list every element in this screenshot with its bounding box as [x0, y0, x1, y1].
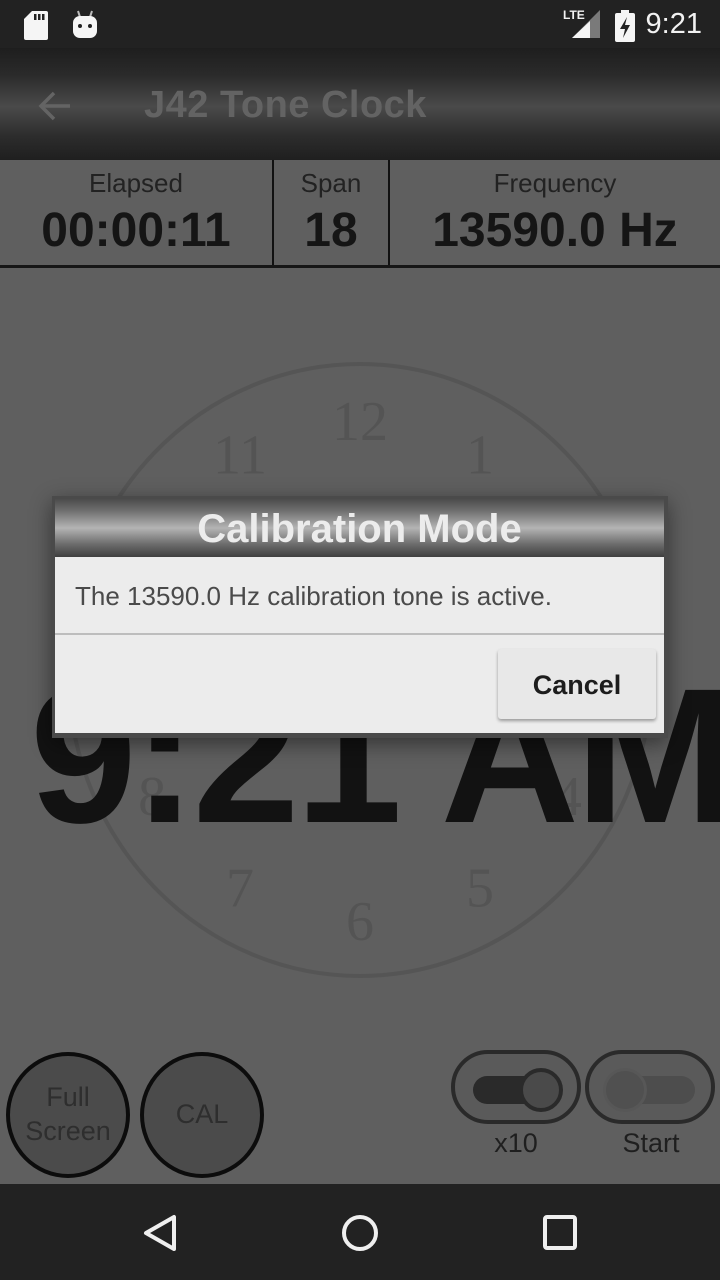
dialog-message: The 13590.0 Hz calibration tone is activ… [75, 581, 552, 611]
x10-label: x10 [494, 1128, 538, 1158]
clock-numeral: 1 [466, 424, 494, 486]
start-toggle[interactable] [585, 1050, 715, 1124]
start-thumb[interactable] [603, 1068, 647, 1112]
android-debug-icon [73, 10, 97, 38]
x10-thumb[interactable] [519, 1068, 563, 1112]
full-screen-label-line2: Screen [25, 1116, 111, 1146]
battery-charging-icon [615, 10, 635, 42]
cal-button[interactable]: CAL [140, 1052, 264, 1178]
status-time: 9:21 [645, 8, 702, 40]
cal-label: CAL [175, 1099, 229, 1130]
elapsed-label: Elapsed [89, 168, 183, 198]
elapsed-value: 00:00:11 [41, 204, 231, 257]
sd-card-icon [24, 11, 48, 40]
clock-numeral: 12 [332, 391, 388, 453]
span-label: Span [300, 168, 362, 198]
full-screen-label: Full Screen [25, 1081, 111, 1149]
span-value: 18 [304, 204, 358, 257]
app-title: J42 Tone Clock [144, 84, 427, 126]
clock-numeral: 5 [466, 858, 494, 920]
clock-numeral: 6 [346, 891, 374, 953]
frequency-label: Frequency [493, 168, 617, 198]
nav-back-icon[interactable] [132, 1205, 188, 1261]
dialog-divider [55, 633, 664, 635]
start-label: Start [622, 1128, 680, 1158]
x10-toggle[interactable] [451, 1050, 581, 1124]
clock-numeral: 11 [213, 424, 267, 486]
status-bar: LTE 9:21 [0, 0, 720, 48]
nav-recents-icon[interactable] [532, 1205, 588, 1261]
full-screen-button[interactable]: Full Screen [6, 1052, 130, 1178]
signal-icon [572, 10, 600, 38]
nav-home-icon[interactable] [332, 1205, 388, 1261]
arrow-left-icon[interactable] [36, 86, 76, 126]
clock-numeral: 7 [226, 858, 254, 920]
frequency-value: 13590.0 Hz [432, 204, 678, 257]
frequency-cell: Frequency 13590.0 Hz [390, 160, 720, 265]
full-screen-label-line1: Full [46, 1082, 90, 1113]
dialog-title: Calibration Mode [197, 507, 522, 551]
span-cell: Span 18 [274, 160, 388, 265]
info-panel: Elapsed 00:00:11 Span 18 Frequency 13590… [0, 160, 720, 268]
cancel-button[interactable]: Cancel [498, 649, 656, 719]
calibration-dialog: Calibration Mode The 13590.0 Hz calibrat… [55, 499, 664, 733]
elapsed-cell: Elapsed 00:00:11 [0, 160, 272, 265]
dialog-title-bar: Calibration Mode [55, 499, 664, 557]
